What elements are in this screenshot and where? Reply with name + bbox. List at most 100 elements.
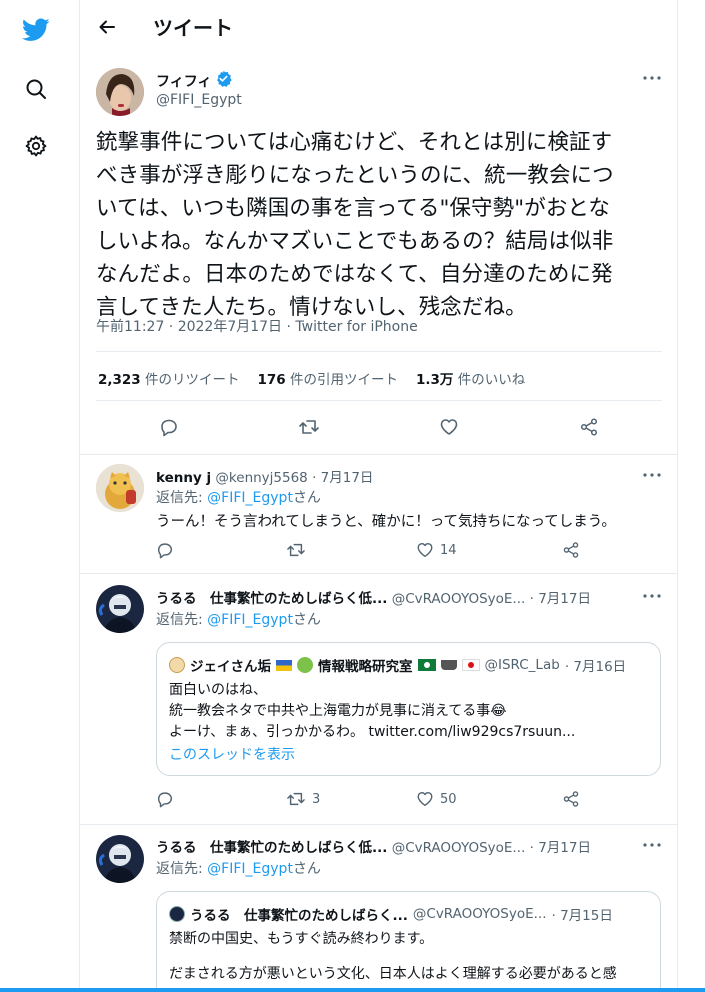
like-count: 14 [440,542,457,558]
bottom-accent-bar [0,988,705,992]
quoted-author-handle: @ISRC_Lab [484,657,560,673]
reply-to-handle-link[interactable]: @FIFI_Egypt [207,612,293,628]
reply-avatar[interactable] [96,464,144,512]
author-avatar[interactable] [96,68,144,116]
quoted-tweet[interactable]: うるる 仕事繁忙のためしばらく... @CvRAOOYOSyoE... · 7月… [156,891,661,992]
share-icon[interactable] [562,541,580,559]
more-options-icon[interactable] [640,586,664,606]
quote-count[interactable]: 176 件の引用ツイート [258,368,398,388]
reply-text: うーん！そう言われてしまうと、確かに！って気持ちになってしまう。 [156,514,616,530]
reply-avatar[interactable] [96,835,144,883]
retweet-count[interactable]: 2,323 件のリツイート [98,368,240,388]
reply-date[interactable]: · 7月17日 [530,840,591,856]
reply-tweet[interactable]: うるる 仕事繁忙のためしばらく低... @CvRAOOYOSyoE... · 7… [80,574,677,824]
reply-author-handle[interactable]: @kennyj5568 [215,470,307,486]
reply-date[interactable]: · 7月17日 [312,470,373,486]
author-name-row: フィフィ [156,70,233,91]
reply-date[interactable]: · 7月17日 [530,591,591,607]
tweet-timestamp[interactable]: 午前11:27 · 2022年7月17日 · Twitter for iPhon… [96,316,418,336]
more-options-icon[interactable] [640,68,664,88]
like-heart-icon[interactable] [436,414,462,440]
tweet-text-line: 銃撃事件については心痛むけど、それとは別に検証す [96,130,613,155]
like-count[interactable]: 1.3万 件のいいね [416,368,525,388]
tweet-stats: 2,323 件のリツイート 176 件の引用ツイート 1.3万 件のいいね [98,368,525,388]
tweet-text-line: なんだよ。日本のためではなくて、自分達のために発 [96,262,613,287]
quote-count-number: 176 [257,372,286,388]
more-options-icon[interactable] [640,835,664,855]
quoted-author-name: うるる 仕事繁忙のためしばらく... [190,908,408,924]
page-title: ツイート [153,16,233,40]
reply-icon[interactable] [156,414,182,440]
reply-to-prefix: 返信先: [156,490,208,506]
reply-to-handle-link[interactable]: @FIFI_Egypt [207,490,293,506]
reply-author-handle[interactable]: @CvRAOOYOSyoE... [392,840,526,856]
like-button[interactable]: 14 [416,541,457,559]
like-button[interactable]: 50 [416,790,457,808]
ukraine-flag-icon [276,659,292,671]
quoted-author-name-2: 情報戦略研究室 [318,659,413,675]
reply-to-line: 返信先: @FIFI_Egyptさん [156,487,321,507]
search-icon[interactable] [20,73,52,105]
retweet-icon [287,792,305,806]
twitter-logo-icon[interactable] [20,14,52,46]
reply-icon[interactable] [156,541,174,559]
reply-to-suffix: さん [292,490,321,506]
divider [96,400,662,401]
like-heart-icon [417,791,433,807]
reply-header: kenny j @kennyj5568 · 7月17日 [156,466,373,486]
reply-to-suffix: さん [292,861,321,877]
like-count-number: 1.3万 [415,372,454,388]
gear-icon[interactable] [20,130,52,162]
like-heart-icon [417,542,433,558]
reply-tweet[interactable]: kenny j @kennyj5568 · 7月17日 返信先: @FIFI_E… [80,455,677,573]
quote-count-label: 件の引用ツイート [289,372,398,388]
quoted-date: · 7月16日 [564,659,627,675]
japan-flag-icon [461,659,480,671]
retweet-icon[interactable] [286,541,306,559]
retweet-icon[interactable] [296,414,322,440]
share-icon[interactable] [562,790,580,808]
show-thread-link[interactable]: このスレッドを表示 [169,745,295,766]
page-header: ツイート [80,0,677,54]
reply-header: うるる 仕事繁忙のためしばらく低... @CvRAOOYOSyoE... · 7… [156,587,591,607]
quoted-text-line: 禁断の中国史、もうすぐ読み終わります。 [169,931,434,947]
quoted-date: · 7月15日 [551,908,613,924]
reply-author-name[interactable]: kenny j [156,470,211,486]
tweet-text-line: いては、いつも隣国の事を言ってる"保守勢"がおとな [96,196,610,221]
tweet-text-line: しいよね。なんかマズいことでもあるの？結局は似非 [96,229,614,254]
retweet-count: 3 [312,791,321,807]
quoted-author-handle: @CvRAOOYOSyoE... [412,906,547,922]
reply-to-handle-link[interactable]: @FIFI_Egypt [207,861,293,877]
ship-icon [440,660,457,670]
reply-avatar[interactable] [96,585,144,633]
tweet-text: 銃撃事件については心痛むけど、それとは別に検証す べき事が浮き彫りになったという… [96,126,656,324]
reply-tweet[interactable]: うるる 仕事繁忙のためしばらく低... @CvRAOOYOSyoE... · 7… [80,825,677,992]
reply-to-line: 返信先: @FIFI_Egyptさん [156,858,321,878]
tweet-text-line: べき事が浮き彫りになったというのに、統一教会につ [96,163,614,188]
back-arrow-icon[interactable] [94,14,120,40]
like-count-label: 件のいいね [457,372,526,388]
quoted-text-line: だまされる方が悪いという文化、日本人はよく理解する必要があると感 [169,966,617,982]
quoted-author-avatar [169,657,185,673]
quoted-tweet-header: うるる 仕事繁忙のためしばらく... @CvRAOOYOSyoE... · 7月… [169,904,613,924]
quoted-text-line: 面白いのはね、 [169,682,267,698]
author-name[interactable]: フィフィ [156,71,211,91]
author-handle[interactable]: @FIFI_Egypt [156,92,242,108]
reply-author-name[interactable]: うるる 仕事繁忙のためしばらく低... [156,591,387,607]
reply-icon[interactable] [156,790,174,808]
verified-badge-icon [215,70,233,91]
quoted-tweet[interactable]: ジェイさん垢 情報戦略研究室 @ISRC_Lab · 7月16日 面白いのはね、… [156,642,661,776]
quoted-tweet-header: ジェイさん垢 情報戦略研究室 @ISRC_Lab · 7月16日 [169,655,626,675]
retweet-count-number: 2,323 [98,372,141,388]
reply-author-name[interactable]: うるる 仕事繁忙のためしばらく低... [156,840,387,856]
green-emoji-icon [297,657,313,673]
like-count: 50 [440,791,457,807]
quoted-text-line: よーけ、まぁ、引っかかるわ。 twitter.com/liw929cs7rsuu… [169,724,576,740]
share-icon[interactable] [576,414,602,440]
retweet-button[interactable]: 3 [286,790,320,808]
quoted-text-line: 統一教会ネタで中共や上海電力が見事に消えてる事😂 [169,703,507,719]
more-options-icon[interactable] [640,465,664,485]
reply-author-handle[interactable]: @CvRAOOYOSyoE... [392,591,526,607]
quoted-author-name: ジェイさん垢 [190,659,271,675]
flag-icon [417,659,436,671]
